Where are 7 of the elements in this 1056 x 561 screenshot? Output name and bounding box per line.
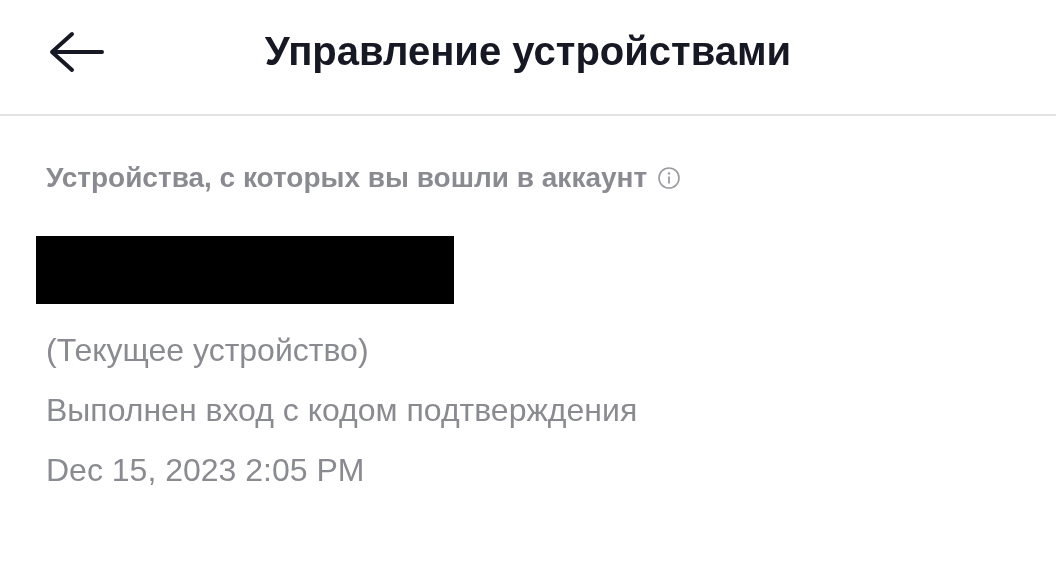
current-device-note: (Текущее устройство): [46, 331, 370, 370]
page-title: Управление устройствами: [264, 28, 792, 74]
back-arrow-icon[interactable]: [48, 30, 104, 74]
info-icon[interactable]: [657, 166, 682, 190]
login-date: Dec 15, 2023 2:05 PM: [46, 451, 366, 490]
section-label: Устройства, с которых вы вошли в аккаунт: [46, 162, 648, 194]
login-method: Выполнен вход с кодом подтверждения: [46, 391, 639, 430]
